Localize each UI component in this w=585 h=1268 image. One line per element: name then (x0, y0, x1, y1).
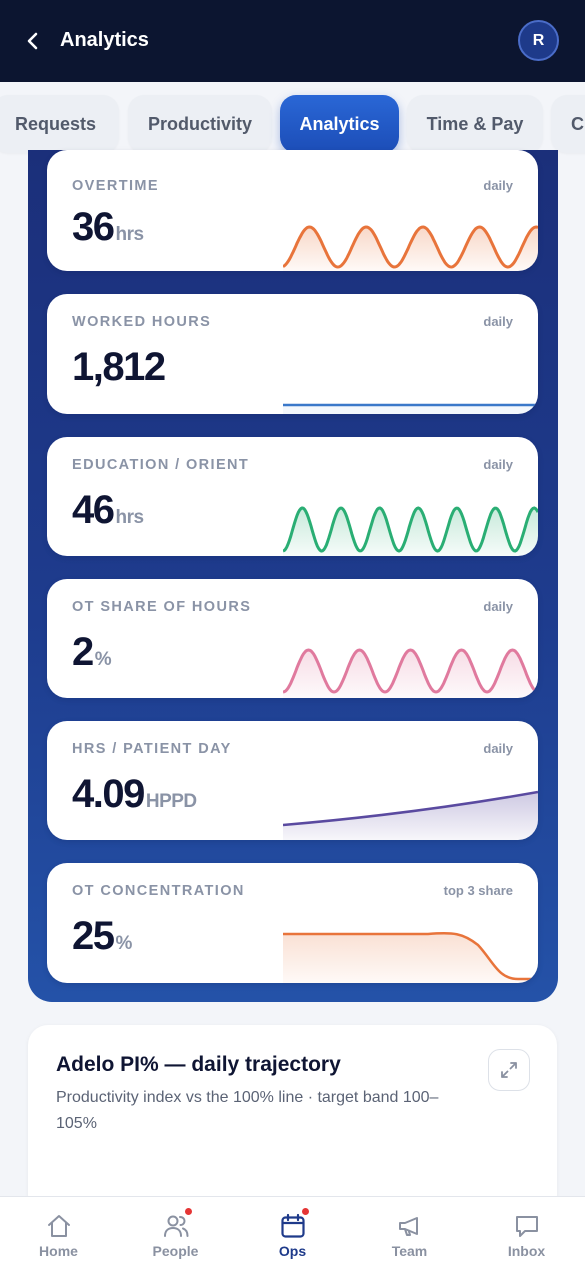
metric-unit: hrs (115, 507, 145, 528)
metric-label: HRS / PATIENT DAY (72, 741, 232, 757)
megaphone-icon (396, 1212, 424, 1240)
metric-number: 4.09 (72, 772, 145, 816)
chevron-left-icon (27, 32, 38, 50)
ot-concentration-sparkline (283, 931, 538, 983)
trajectory-title: Adelo PI% — daily trajectory (56, 1053, 341, 1076)
metric-card-hppd[interactable]: HRS / PATIENT DAY daily 4.09 HPPD (47, 721, 538, 840)
metric-label: OT SHARE OF HOURS (72, 599, 252, 615)
metric-number: 2 (72, 630, 94, 674)
metric-frequency: daily (483, 599, 513, 614)
nav-home[interactable]: Home (0, 1197, 117, 1268)
metric-number: 1,812 (72, 345, 166, 389)
nav-label: Team (391, 1243, 428, 1259)
metric-label: WORKED HOURS (72, 314, 212, 330)
metric-card-ot-share[interactable]: OT SHARE OF HOURS daily 2 % (47, 579, 538, 698)
tab-more[interactable]: C (551, 95, 585, 153)
bottom-nav: Home People Ops Team Inbox (0, 1196, 585, 1268)
tab-requests[interactable]: Requests (0, 95, 119, 153)
notification-badge (183, 1207, 193, 1216)
metric-frequency: daily (483, 314, 513, 329)
metric-value: 4.09 HPPD (72, 772, 197, 817)
metric-value: 25 % (72, 914, 132, 959)
metric-card-education[interactable]: EDUCATION / ORIENT daily 46 hrs (47, 437, 538, 556)
inbox-icon (513, 1212, 541, 1240)
metric-card-worked-hours[interactable]: WORKED HOURS daily 1,812 (47, 294, 538, 414)
nav-label: Home (39, 1243, 78, 1259)
metric-frequency: top 3 share (443, 883, 513, 898)
metric-unit: % (115, 933, 133, 954)
avatar[interactable]: R (518, 20, 559, 61)
metric-value: 46 hrs (72, 488, 144, 533)
nav-label: Inbox (507, 1243, 546, 1259)
trajectory-subtitle: Productivity index vs the 100% line · ta… (56, 1089, 439, 1132)
back-button[interactable] (18, 26, 48, 56)
metric-value: 36 hrs (72, 205, 144, 250)
metric-value: 1,812 (72, 345, 167, 390)
calendar-icon (279, 1207, 310, 1240)
metric-unit: HPPD (145, 791, 197, 812)
tab-analytics[interactable]: Analytics (280, 95, 399, 153)
metric-unit: hrs (115, 224, 145, 245)
metric-card-ot-concentration[interactable]: OT CONCENTRATION top 3 share 25 % (47, 863, 538, 983)
tab-productivity[interactable]: Productivity (128, 95, 272, 153)
metric-card-overtime[interactable]: OVERTIME daily 36 hrs (47, 150, 538, 271)
metric-number: 46 (72, 488, 115, 532)
metric-frequency: daily (483, 741, 513, 756)
notification-badge (300, 1207, 310, 1216)
home-icon (45, 1212, 73, 1240)
metric-frequency: daily (483, 178, 513, 193)
education-sparkline (283, 506, 538, 556)
nav-label: People (152, 1243, 199, 1259)
nav-ops[interactable]: Ops (234, 1197, 351, 1268)
metric-unit: % (94, 649, 112, 670)
metric-value: 2 % (72, 630, 112, 675)
ot-share-sparkline (283, 648, 538, 698)
worked-hours-sparkline (283, 403, 538, 414)
trajectory-card: Adelo PI% — daily trajectory Productivit… (28, 1025, 557, 1215)
nav-people[interactable]: People (117, 1197, 234, 1268)
expand-button[interactable] (488, 1049, 530, 1091)
nav-inbox[interactable]: Inbox (468, 1197, 585, 1268)
hppd-sparkline (283, 790, 538, 840)
nav-team[interactable]: Team (351, 1197, 468, 1268)
people-icon (162, 1207, 193, 1240)
metric-number: 25 (72, 914, 115, 958)
app-header: Analytics R (0, 0, 585, 82)
expand-icon (501, 1062, 517, 1078)
page-title: Analytics (60, 29, 149, 51)
metric-label: OT CONCENTRATION (72, 883, 245, 899)
metric-number: 36 (72, 205, 115, 249)
nav-label: Ops (278, 1243, 307, 1259)
metric-frequency: daily (483, 457, 513, 472)
tab-time-pay[interactable]: Time & Pay (407, 95, 543, 153)
metric-label: OVERTIME (72, 178, 159, 194)
overtime-sparkline (283, 225, 538, 271)
metric-label: EDUCATION / ORIENT (72, 457, 250, 473)
